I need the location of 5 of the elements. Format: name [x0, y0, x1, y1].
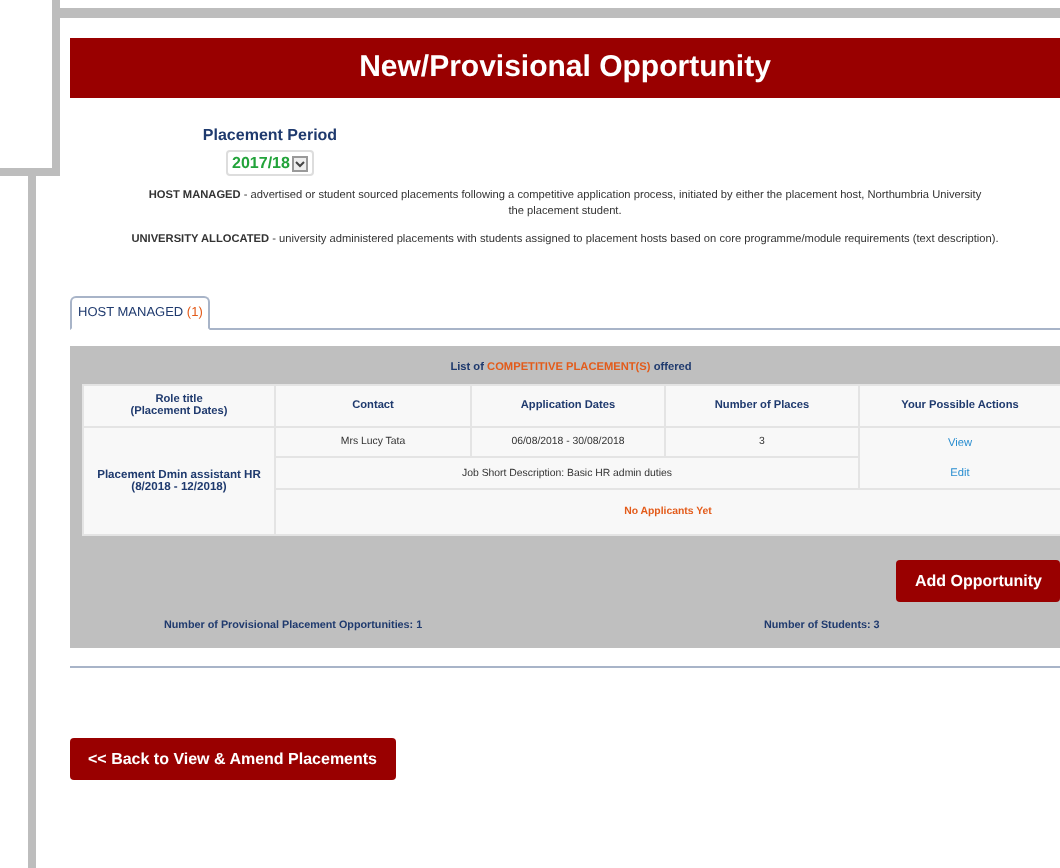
- caret-icon: [291, 155, 308, 171]
- add-opportunity-button[interactable]: Add Opportunity: [896, 560, 1060, 602]
- page-title: New/Provisional Opportunity: [70, 38, 1060, 98]
- back-button[interactable]: << Back to View & Amend Placements: [70, 738, 396, 780]
- field-label: Placement Period: [202, 126, 338, 144]
